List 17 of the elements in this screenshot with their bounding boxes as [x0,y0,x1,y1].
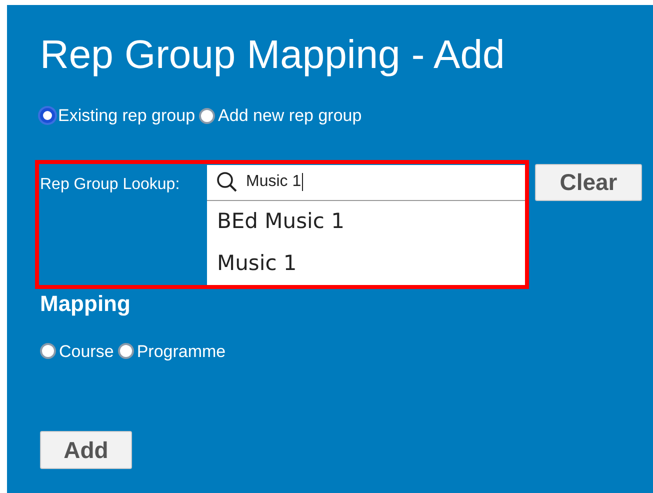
radio-label: Existing rep group [58,105,196,127]
add-button[interactable]: Add [40,431,132,469]
lookup-label: Rep Group Lookup: [40,174,181,194]
radio-label: Add new rep group [218,105,362,127]
radio-label: Course [59,340,114,362]
clear-button[interactable]: Clear [535,164,642,200]
page-title: Rep Group Mapping - Add [40,32,506,79]
radio-button[interactable] [40,108,55,124]
radio-button[interactable] [118,343,134,360]
suggestion-item[interactable]: Music 1 [207,242,525,284]
lookup-field[interactable]: Music 1 [207,164,525,200]
radio-button[interactable] [40,343,56,360]
suggestion-item[interactable]: BEd Music 1 [207,200,525,242]
mapping-heading: Mapping [40,290,132,316]
search-icon [216,171,238,193]
radio-button[interactable] [199,108,216,124]
radio-label: Programme [136,340,226,362]
